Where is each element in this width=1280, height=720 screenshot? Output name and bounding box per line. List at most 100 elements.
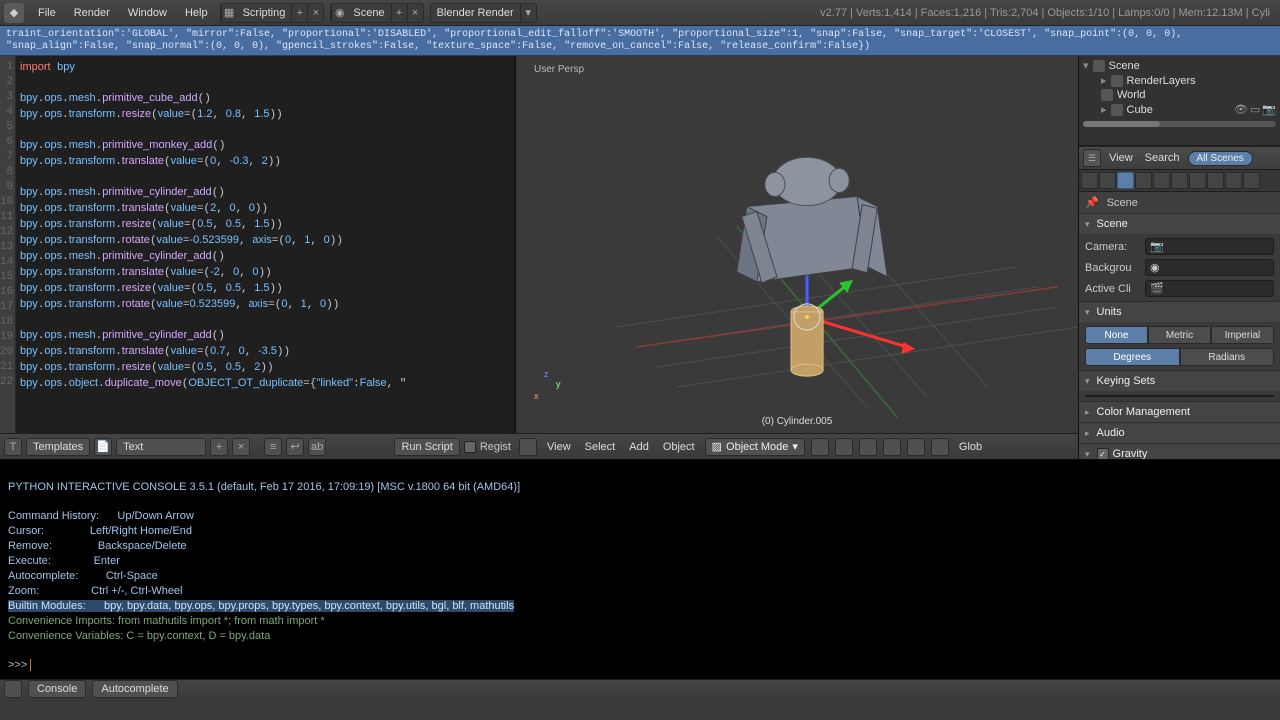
scene-selector[interactable]: ◉ Scene + × <box>330 3 423 23</box>
tab-scene[interactable] <box>1117 172 1134 189</box>
scene-icon <box>1093 60 1105 72</box>
console-menu[interactable]: Console <box>28 680 86 698</box>
tab-renderlayers[interactable] <box>1099 172 1116 189</box>
tab-world[interactable] <box>1135 172 1152 189</box>
layers-icon[interactable] <box>907 438 925 456</box>
render-engine-selector[interactable]: Blender Render ▾ <box>430 3 537 23</box>
panel-audio-header[interactable]: Audio <box>1079 423 1280 443</box>
scene-icon: ◉ <box>331 4 347 22</box>
tab-modifiers[interactable] <box>1189 172 1206 189</box>
scene-label: Scene <box>347 5 390 21</box>
editor-type-icon[interactable]: T <box>4 438 22 456</box>
layout-selector[interactable]: ▦ Scripting + × <box>220 3 325 23</box>
unit-none[interactable]: None <box>1085 326 1148 344</box>
menu-file[interactable]: File <box>30 3 64 23</box>
breadcrumb: Scene <box>1107 197 1138 209</box>
outliner-header: ☰ View Search All Scenes <box>1079 146 1280 170</box>
snap-icon[interactable] <box>883 438 901 456</box>
camera-label: Camera: <box>1085 241 1141 253</box>
python-console[interactable]: PYTHON INTERACTIVE CONSOLE 3.5.1 (defaul… <box>0 460 1280 679</box>
outliner-item[interactable]: RenderLayers <box>1127 75 1196 87</box>
gravity-checkbox[interactable]: ✓ <box>1097 448 1109 459</box>
menu-render[interactable]: Render <box>66 3 118 23</box>
panel-keying-header[interactable]: Keying Sets <box>1079 371 1280 391</box>
panel-gravity-header[interactable]: ✓Gravity <box>1079 444 1280 459</box>
outliner-view[interactable]: View <box>1105 152 1137 164</box>
vp-menu-view[interactable]: View <box>543 441 575 453</box>
3d-viewport[interactable]: User Persp <box>515 56 1078 433</box>
blender-logo-icon[interactable]: ◆ <box>4 3 24 23</box>
viewport-scene <box>516 56 1078 437</box>
text-editor[interactable]: import bpy bpy.ops.mesh.primitive_cube_a… <box>16 56 514 433</box>
shading-icon[interactable] <box>811 438 829 456</box>
outliner-scene[interactable]: Scene <box>1109 60 1140 72</box>
outliner-item[interactable]: World <box>1117 89 1146 101</box>
tab-constraints[interactable] <box>1171 172 1188 189</box>
background-field[interactable]: ◉ <box>1145 259 1274 276</box>
mode-selector[interactable]: ▨Object Mode▾ <box>705 438 805 456</box>
templates-menu[interactable]: Templates <box>26 438 90 456</box>
menu-help[interactable]: Help <box>177 3 216 23</box>
syntax-toggle-icon[interactable]: ab <box>308 438 326 456</box>
outliner-search[interactable]: Search <box>1141 152 1184 164</box>
menu-window[interactable]: Window <box>120 3 175 23</box>
register-label: Regist <box>480 441 511 453</box>
add-text-icon[interactable]: + <box>210 438 228 456</box>
camera-field[interactable]: 📷 <box>1145 238 1274 255</box>
keying-sets-list[interactable] <box>1085 395 1274 397</box>
cursor-icon[interactable]: ▭ <box>1250 103 1260 116</box>
linenum-toggle-icon[interactable]: ≡ <box>264 438 282 456</box>
add-icon[interactable]: + <box>291 4 307 22</box>
active-object-label: (0) Cylinder.005 <box>516 416 1078 427</box>
tab-material[interactable] <box>1225 172 1242 189</box>
tab-render[interactable] <box>1081 172 1098 189</box>
angle-unit-toggle[interactable]: Degrees Radians <box>1085 348 1274 366</box>
grid-icon: ▦ <box>221 4 237 22</box>
panel-units-header[interactable]: Units <box>1079 302 1280 322</box>
editor-type-icon[interactable]: ☰ <box>1083 149 1101 167</box>
render-icon[interactable]: 📷 <box>1262 103 1276 116</box>
unit-degrees[interactable]: Degrees <box>1085 348 1180 366</box>
outliner-item[interactable]: Cube <box>1127 104 1153 116</box>
unit-radians[interactable]: Radians <box>1180 348 1275 366</box>
editor-type-icon[interactable] <box>4 680 22 698</box>
scene-icon: ◉ <box>1150 261 1160 274</box>
close-icon[interactable]: × <box>307 4 323 22</box>
vp-menu-object[interactable]: Object <box>659 441 699 453</box>
run-script-button[interactable]: Run Script <box>394 438 459 456</box>
outliner-scrollbar[interactable] <box>1083 121 1276 127</box>
eye-icon[interactable]: 👁 <box>1234 103 1248 116</box>
editor-type-icon[interactable] <box>519 438 537 456</box>
panel-scene-header[interactable]: Scene <box>1079 214 1280 234</box>
unit-metric[interactable]: Metric <box>1148 326 1211 344</box>
manipulator-icon[interactable] <box>859 438 877 456</box>
close-icon[interactable]: × <box>407 4 423 22</box>
orientation-label[interactable]: Glob <box>955 441 986 453</box>
tab-texture[interactable] <box>1243 172 1260 189</box>
outliner[interactable]: ▾Scene ▸RenderLayers World ▸Cube👁▭📷 <box>1079 56 1280 146</box>
unit-system-toggle[interactable]: None Metric Imperial <box>1085 326 1274 344</box>
outliner-filter[interactable]: All Scenes <box>1188 151 1253 166</box>
scene-stats: v2.77 | Verts:1,414 | Faces:1,216 | Tris… <box>814 7 1276 19</box>
wordwrap-toggle-icon[interactable]: ↩ <box>286 438 304 456</box>
tab-object[interactable] <box>1153 172 1170 189</box>
axis-gizmo-icon: zyx <box>534 369 568 403</box>
vp-menu-add[interactable]: Add <box>625 441 653 453</box>
vp-menu-select[interactable]: Select <box>581 441 620 453</box>
tab-data[interactable] <box>1207 172 1224 189</box>
text-name-field[interactable]: Text <box>116 438 206 456</box>
activeclip-field[interactable]: 🎬 <box>1145 280 1274 297</box>
console-header: Console Autocomplete <box>0 679 1280 698</box>
top-menubar: ◆ File Render Window Help ▦ Scripting + … <box>0 0 1280 26</box>
autocomplete-button[interactable]: Autocomplete <box>92 680 177 698</box>
pivot-icon[interactable] <box>835 438 853 456</box>
pin-icon[interactable]: 📌 <box>1085 196 1099 209</box>
datablock-icon[interactable]: 📄 <box>94 438 112 456</box>
register-checkbox[interactable] <box>464 441 476 453</box>
clip-icon: 🎬 <box>1150 282 1164 295</box>
unit-imperial[interactable]: Imperial <box>1211 326 1274 344</box>
proportional-icon[interactable] <box>931 438 949 456</box>
panel-color-header[interactable]: Color Management <box>1079 402 1280 422</box>
unlink-text-icon[interactable]: × <box>232 438 250 456</box>
add-icon[interactable]: + <box>391 4 407 22</box>
